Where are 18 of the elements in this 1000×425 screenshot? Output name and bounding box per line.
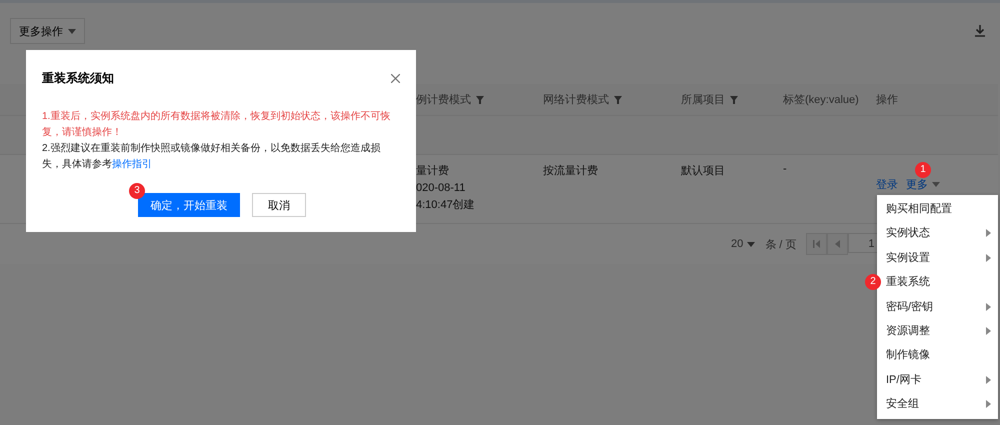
table-cell-text: 量计费 bbox=[416, 164, 450, 179]
notice-text: 2.强烈建议在重装前制作快照或镜像做好相关备份，以免数据丢失给您造成损失，具体请参考操作指引 bbox=[42, 142, 382, 172]
column-header: 例计费模式 bbox=[416, 93, 471, 107]
step-badge: 2 bbox=[865, 274, 881, 290]
warning-text: 1.重装后，实例系统盘内的所有数据将被清除，恢复到初始状态，该操作不可恢复，请谨慎操作！ bbox=[42, 110, 392, 140]
column-header: 所属项目 bbox=[681, 93, 725, 107]
page-size-unit: 条 / 页 bbox=[765, 238, 796, 252]
table-cell-text: 020-08-11 bbox=[416, 181, 466, 196]
column-header: 网络计费模式 bbox=[543, 93, 609, 107]
column-header: 操作 bbox=[876, 93, 898, 107]
table-cell: 默认项目 bbox=[681, 165, 725, 177]
step-badge: 1 bbox=[915, 162, 931, 178]
dialog-title: 重装系统须知 bbox=[42, 70, 114, 87]
table-cell: - bbox=[783, 163, 787, 175]
column-header: 标签(key:value) bbox=[783, 93, 859, 107]
table-cell-text: 4:10:47创建 bbox=[416, 198, 476, 213]
step-badge: 3 bbox=[129, 183, 145, 199]
table-cell: 按流量计费 bbox=[543, 165, 598, 177]
